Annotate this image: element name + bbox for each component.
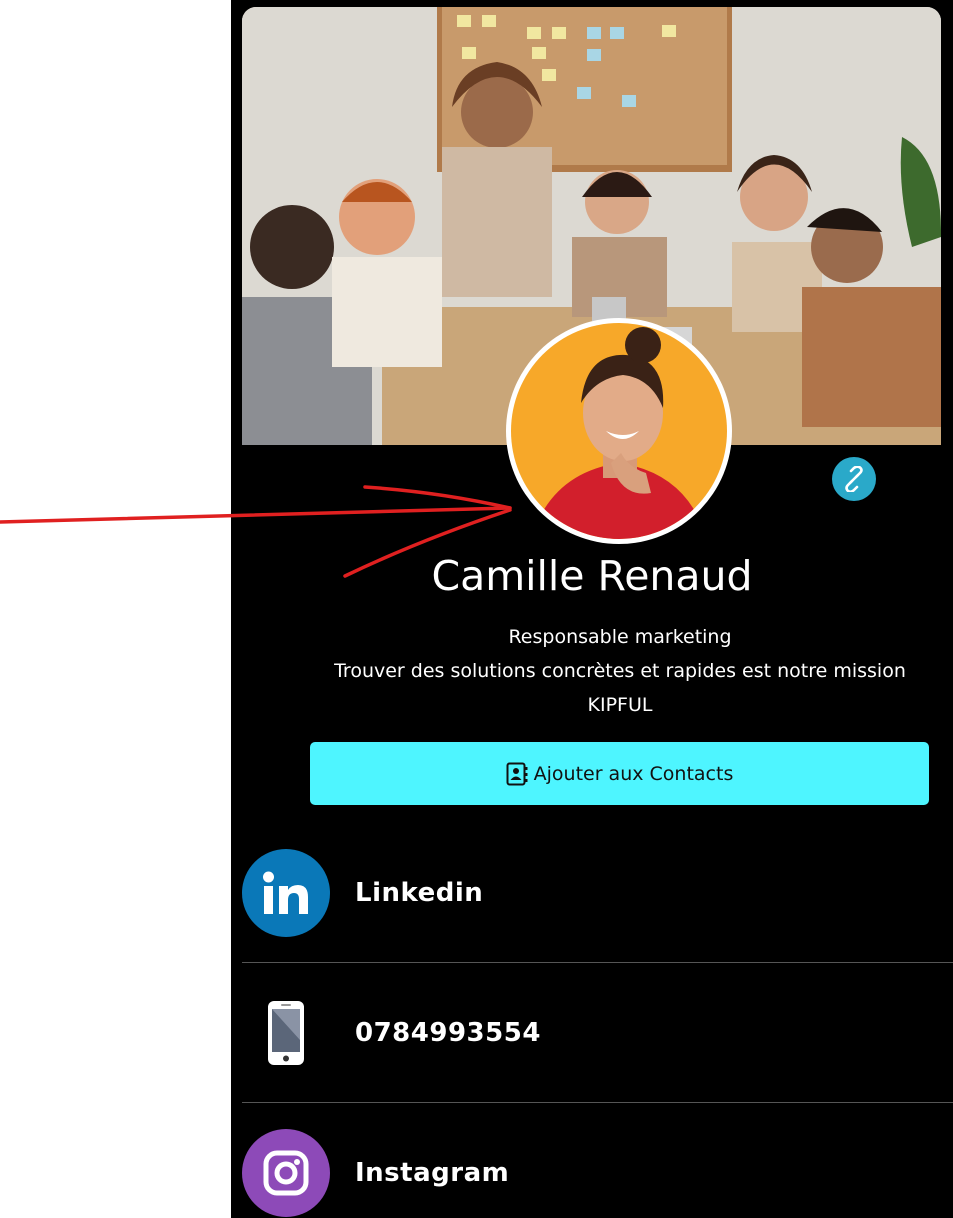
add-to-contacts-button[interactable]: Ajouter aux Contacts	[310, 742, 929, 805]
add-to-contacts-label: Ajouter aux Contacts	[533, 762, 734, 785]
phone-icon	[242, 989, 330, 1077]
link-linkedin[interactable]: Linkedin	[242, 823, 953, 963]
link-icon[interactable]	[832, 457, 876, 501]
link-label: 0784993554	[355, 1018, 541, 1048]
profile-card: Camille Renaud Responsable marketing Tro…	[231, 0, 953, 1218]
link-label: Linkedin	[355, 878, 484, 908]
profile-avatar	[506, 318, 732, 544]
linkedin-icon	[242, 849, 330, 937]
link-instagram[interactable]: Instagram	[242, 1103, 953, 1218]
tagline: Trouver des solutions concrètes et rapid…	[334, 660, 906, 682]
address-book-icon	[506, 762, 528, 786]
instagram-icon	[242, 1129, 330, 1217]
profile-name: Camille Renaud	[431, 552, 753, 600]
link-label: Instagram	[355, 1158, 510, 1188]
link-phone[interactable]: 0784993554	[242, 963, 953, 1103]
job-title: Responsable marketing	[508, 626, 732, 648]
company-name: KIPFUL	[587, 694, 653, 716]
